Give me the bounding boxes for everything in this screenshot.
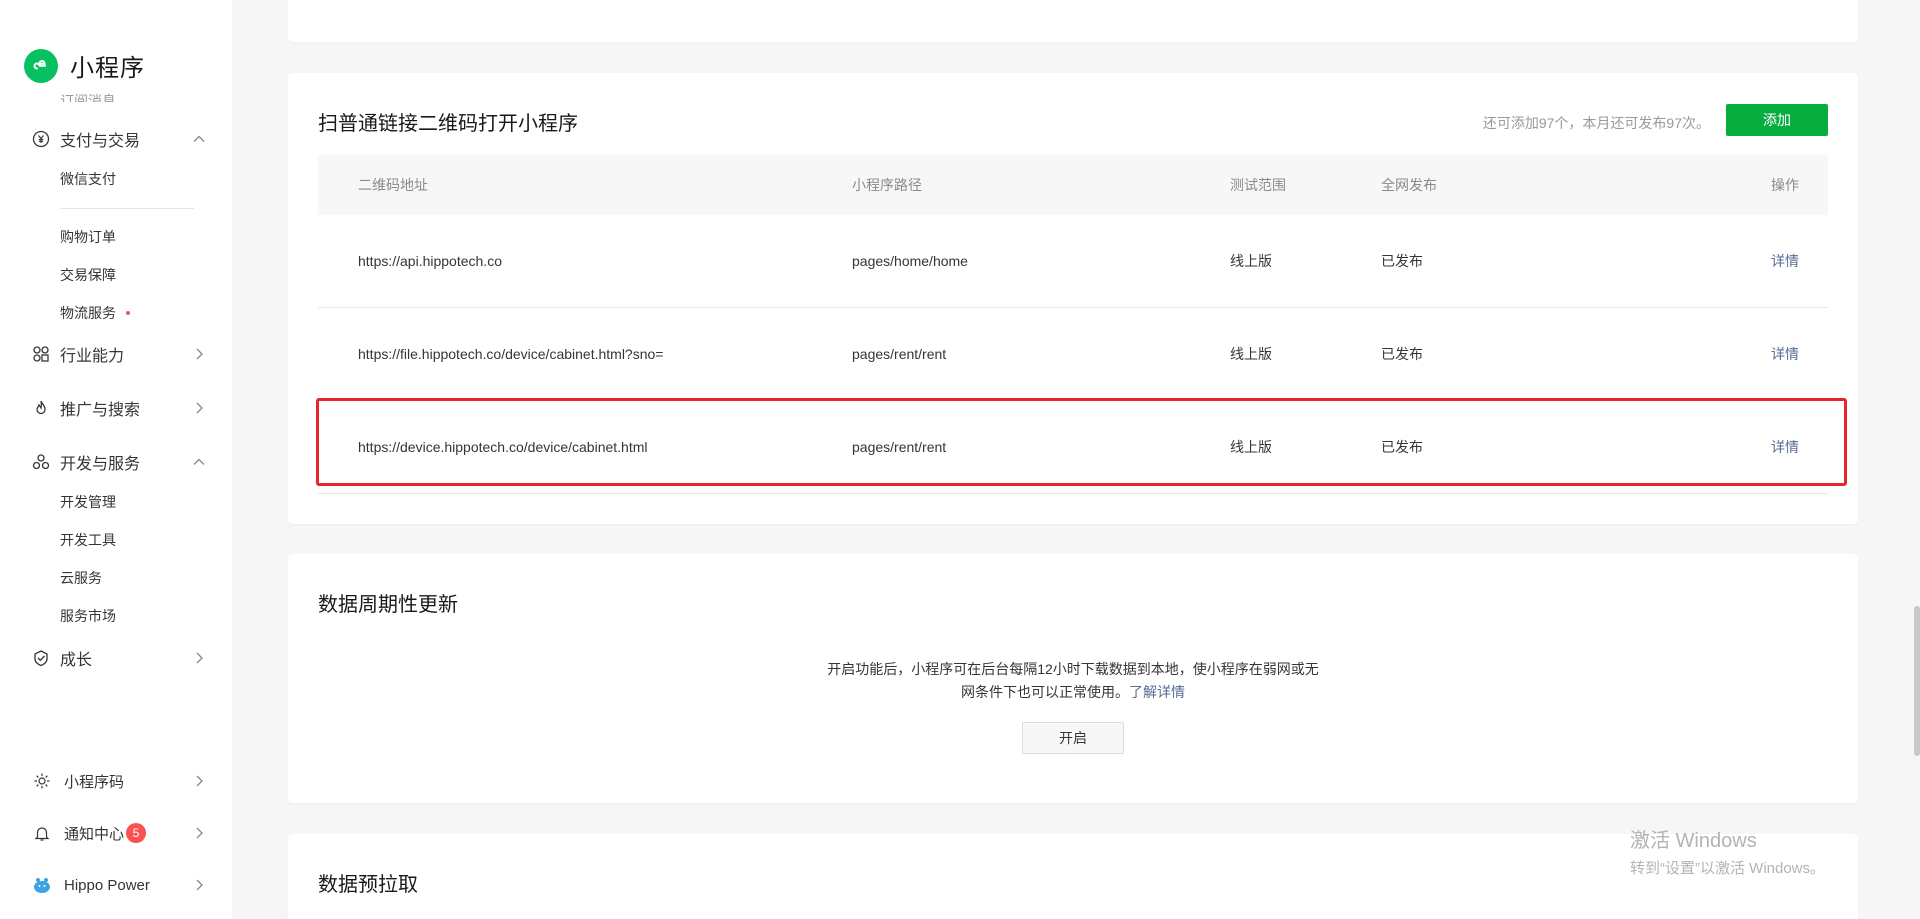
scope-cell: 线上版 bbox=[1230, 346, 1272, 362]
path-cell: pages/home/home bbox=[852, 253, 968, 269]
sidebar-item-label: 小程序码 bbox=[64, 773, 125, 791]
learn-more-link[interactable]: 了解详情 bbox=[1129, 684, 1185, 700]
publish-status-cell: 已发布 bbox=[1381, 253, 1423, 269]
chevron-right-icon bbox=[196, 402, 203, 414]
yuan-circle-icon bbox=[32, 130, 50, 148]
section-title: 数据周期性更新 bbox=[318, 594, 458, 616]
table-row: https://file.hippotech.co/device/cabinet… bbox=[318, 308, 1828, 401]
data-prefetch-section: 数据预拉取 bbox=[288, 834, 1858, 919]
sidebar: 小程序 订阅消息 支付与交易 微信支付 购物订单 交易保障 物流服务 行业能力 … bbox=[0, 0, 232, 919]
table-row: https://api.hippotech.co pages/home/home… bbox=[318, 215, 1828, 308]
sidebar-item-dev-tools[interactable]: 开发工具 bbox=[60, 529, 116, 551]
nav-group-industry[interactable]: 行业能力 bbox=[32, 341, 208, 367]
windows-activation-watermark: 激活 Windows 转到“设置”以激活 Windows。 bbox=[1630, 824, 1825, 878]
qrcode-url-cell: https://api.hippotech.co bbox=[358, 253, 502, 269]
growth-icon bbox=[32, 649, 50, 667]
bell-icon bbox=[32, 823, 52, 843]
account-avatar-icon bbox=[32, 875, 52, 895]
periodic-update-description: 开启功能后，小程序可在后台每隔12小时下载数据到本地，使小程序在弱网或无 网条件… bbox=[288, 658, 1858, 704]
chevron-right-icon bbox=[196, 348, 203, 360]
nav-group-label: 成长 bbox=[60, 652, 93, 669]
add-button[interactable]: 添加 bbox=[1726, 104, 1828, 136]
highlight-box-annotation bbox=[316, 398, 1847, 486]
nav-group-label: 支付与交易 bbox=[60, 133, 141, 150]
sidebar-item-cloud-service[interactable]: 云服务 bbox=[60, 567, 102, 589]
description-line: 开启功能后，小程序可在后台每隔12小时下载数据到本地，使小程序在弱网或无 bbox=[827, 661, 1319, 677]
miniprogram-logo-icon bbox=[24, 48, 58, 83]
column-header-path: 小程序路径 bbox=[852, 177, 922, 193]
sidebar-item-account[interactable]: Hippo Power bbox=[32, 873, 208, 897]
chevron-right-icon bbox=[196, 652, 203, 664]
sidebar-item-subscribe-message[interactable]: 订阅消息 bbox=[60, 88, 116, 102]
nav-group-label: 开发与服务 bbox=[60, 456, 141, 473]
sidebar-item-service-market[interactable]: 服务市场 bbox=[60, 605, 116, 627]
table-header: 二维码地址 小程序路径 测试范围 全网发布 操作 bbox=[318, 155, 1828, 215]
column-header-publish: 全网发布 bbox=[1381, 177, 1437, 193]
section-title: 数据预拉取 bbox=[318, 874, 418, 896]
sidebar-item-label: 通知中心 bbox=[64, 825, 125, 843]
new-dot-indicator bbox=[126, 311, 130, 315]
nav-group-label: 行业能力 bbox=[60, 348, 125, 365]
scope-cell: 线上版 bbox=[1230, 253, 1272, 269]
detail-link[interactable]: 详情 bbox=[1771, 344, 1799, 364]
divider bbox=[60, 208, 194, 209]
nav-group-dev-service[interactable]: 开发与服务 bbox=[32, 449, 208, 475]
previous-section-card bbox=[288, 0, 1858, 42]
sidebar-item-dev-management[interactable]: 开发管理 bbox=[60, 491, 116, 513]
chevron-up-icon bbox=[193, 458, 205, 465]
enable-button[interactable]: 开启 bbox=[1022, 722, 1124, 754]
chevron-right-icon bbox=[196, 775, 203, 787]
nav-group-promotion[interactable]: 推广与搜索 bbox=[32, 395, 208, 421]
app-title: 小程序 bbox=[70, 55, 145, 82]
nav-group-growth[interactable]: 成长 bbox=[32, 645, 208, 671]
path-cell: pages/rent/rent bbox=[852, 346, 947, 362]
periodic-update-section: 数据周期性更新 开启功能后，小程序可在后台每隔12小时下载数据到本地，使小程序在… bbox=[288, 554, 1858, 803]
notification-count-badge: 5 bbox=[126, 823, 147, 843]
scrollbar-thumb[interactable] bbox=[1914, 606, 1920, 756]
watermark-subtitle: 转到“设置”以激活 Windows。 bbox=[1630, 860, 1826, 877]
chevron-up-icon bbox=[193, 135, 205, 142]
app-logo[interactable]: 小程序 bbox=[24, 48, 145, 83]
flame-icon bbox=[32, 399, 50, 417]
column-header-test-scope: 测试范围 bbox=[1230, 177, 1286, 193]
sidebar-item-orders[interactable]: 购物订单 bbox=[60, 226, 116, 248]
account-name: Hippo Power bbox=[64, 876, 150, 894]
watermark-title: 激活 Windows bbox=[1630, 830, 1757, 852]
chevron-right-icon bbox=[196, 827, 203, 839]
section-title: 扫普通链接二维码打开小程序 bbox=[318, 113, 578, 135]
sidebar-item-guarantee[interactable]: 交易保障 bbox=[60, 264, 116, 286]
publish-status-cell: 已发布 bbox=[1381, 346, 1423, 362]
dev-service-icon bbox=[32, 453, 50, 471]
description-line: 网条件下也可以正常使用。了解详情 bbox=[288, 681, 1858, 704]
qrcode-url-cell: https://file.hippotech.co/device/cabinet… bbox=[358, 346, 664, 362]
chevron-right-icon bbox=[196, 879, 203, 891]
column-header-qrcode-url: 二维码地址 bbox=[358, 177, 428, 193]
detail-link[interactable]: 详情 bbox=[1771, 251, 1799, 271]
industry-icon bbox=[32, 345, 50, 363]
column-header-action: 操作 bbox=[1771, 177, 1799, 193]
quota-hint: 还可添加97个，本月还可发布97次。 bbox=[1482, 115, 1710, 131]
sidebar-item-miniprogram-code[interactable]: 小程序码 bbox=[32, 769, 208, 793]
sidebar-item-label: 物流服务 bbox=[60, 305, 116, 321]
description-text: 网条件下也可以正常使用。 bbox=[961, 684, 1129, 700]
nav-group-label: 推广与搜索 bbox=[60, 402, 141, 419]
sidebar-item-logistics[interactable]: 物流服务 bbox=[60, 302, 130, 324]
sidebar-item-wechat-pay[interactable]: 微信支付 bbox=[60, 168, 116, 190]
sun-code-icon bbox=[32, 771, 52, 791]
sidebar-item-notification-center[interactable]: 通知中心 5 bbox=[32, 821, 208, 845]
nav-group-payment[interactable]: 支付与交易 bbox=[32, 126, 208, 152]
